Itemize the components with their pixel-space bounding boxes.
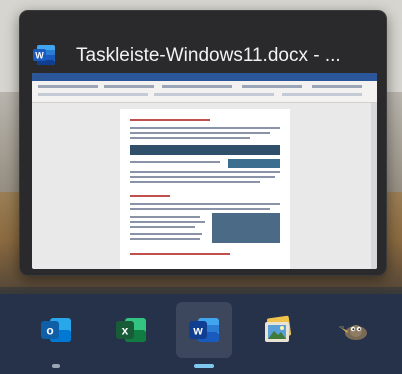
svg-text:w: w bbox=[192, 324, 203, 338]
window-title: Taskleiste-Windows11.docx - ... bbox=[76, 45, 341, 66]
preview-scrollbar bbox=[371, 103, 377, 269]
preview-ribbon bbox=[32, 81, 377, 103]
running-indicator-outlook bbox=[52, 364, 60, 368]
running-indicator-word bbox=[194, 364, 214, 368]
taskbar-item-gimp[interactable] bbox=[326, 302, 382, 358]
gimp-icon bbox=[339, 325, 367, 340]
taskbar-item-excel[interactable]: x bbox=[103, 302, 159, 358]
window-preview-thumbnail[interactable] bbox=[32, 73, 377, 269]
photos-icon bbox=[265, 315, 292, 342]
preview-document-page bbox=[120, 109, 290, 269]
svg-text:x: x bbox=[122, 324, 129, 338]
svg-text:W: W bbox=[35, 51, 44, 61]
flyout-header[interactable]: W Taskleiste-Windows11.docx - ... bbox=[20, 11, 386, 73]
taskbar: o x w bbox=[0, 294, 402, 374]
taskbar-item-word[interactable]: w bbox=[176, 302, 232, 358]
word-icon: w bbox=[189, 318, 219, 342]
taskbar-item-photos[interactable] bbox=[250, 302, 306, 358]
taskbar-thumbnail-flyout[interactable]: W Taskleiste-Windows11.docx - ... bbox=[19, 10, 387, 276]
svg-text:o: o bbox=[46, 324, 53, 338]
excel-icon: x bbox=[116, 318, 146, 342]
outlook-icon: o bbox=[41, 318, 71, 342]
taskbar-item-outlook[interactable]: o bbox=[28, 302, 84, 358]
word-icon: W bbox=[33, 45, 55, 65]
preview-titlebar bbox=[32, 73, 377, 81]
